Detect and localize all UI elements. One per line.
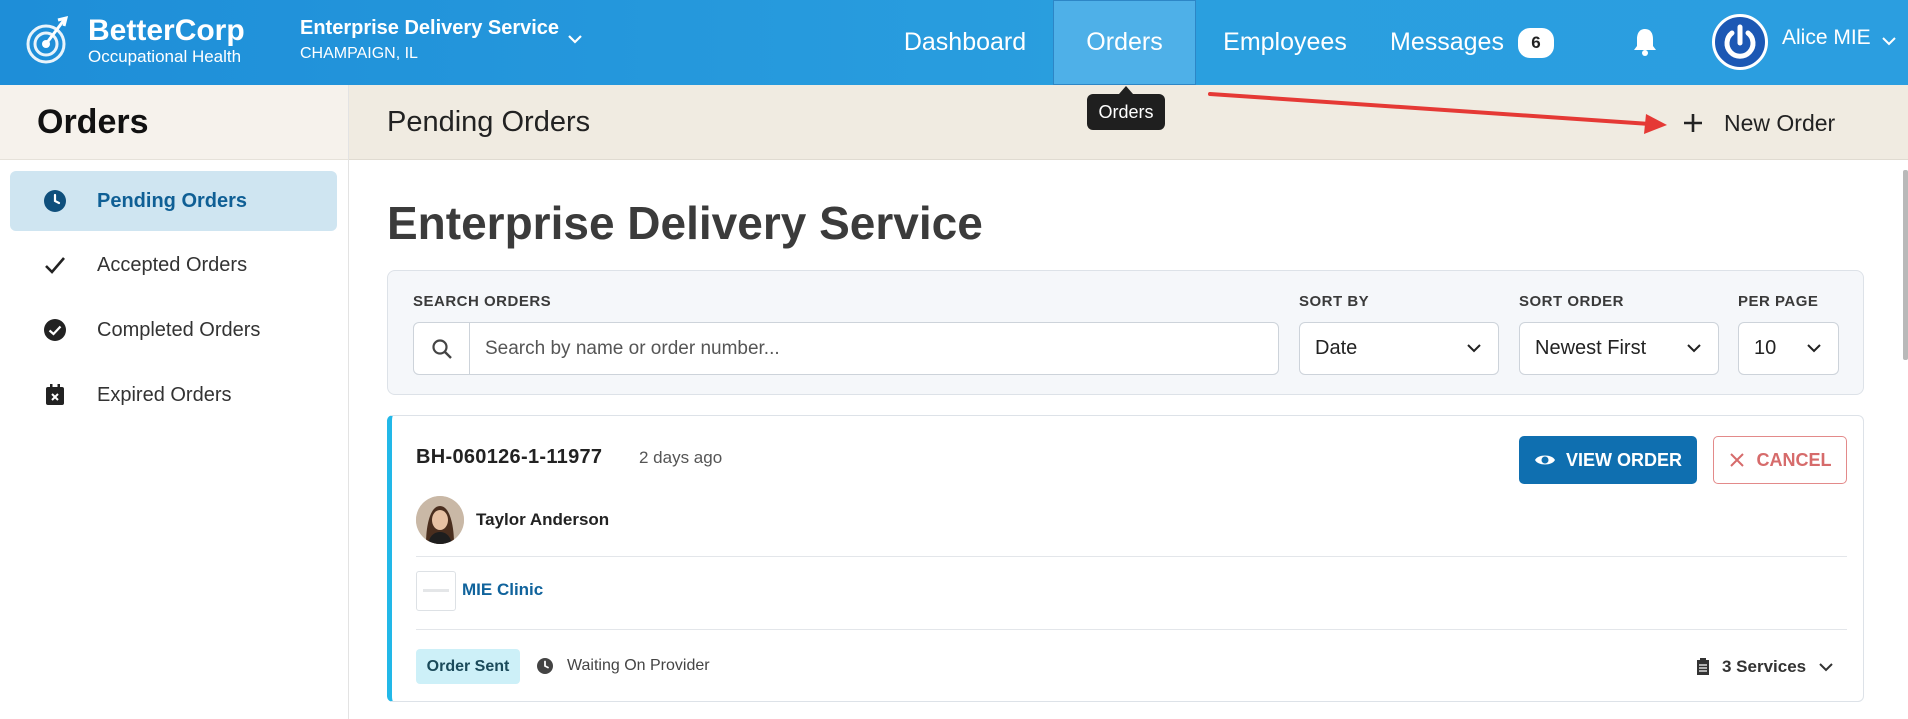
calendar-x-icon: [46, 384, 64, 405]
search-label: SEARCH ORDERS: [413, 293, 552, 310]
check-circle-icon: [44, 319, 66, 341]
page-title: Enterprise Delivery Service: [387, 197, 983, 249]
new-order-button[interactable]: New Order: [1680, 100, 1835, 146]
sidebar-item-completed-orders[interactable]: Completed Orders: [10, 300, 337, 360]
chevron-down-icon[interactable]: [566, 30, 584, 48]
eye-icon: [1534, 455, 1555, 465]
chevron-down-icon: [1807, 344, 1821, 353]
tooltip: Orders: [1087, 86, 1165, 130]
person-name: Taylor Anderson: [476, 510, 610, 529]
user-name[interactable]: Alice MIE: [1782, 26, 1871, 50]
sidebar: Orders Pending Orders Accepted Orders Co…: [0, 85, 349, 719]
clinic-logo: [416, 571, 456, 611]
divider: [416, 556, 1847, 557]
clock-icon: [537, 658, 553, 674]
clinic-logo-icon: [423, 589, 449, 592]
chevron-down-icon: [1687, 344, 1701, 353]
scrollbar[interactable]: [1903, 170, 1908, 360]
avatar: [416, 496, 464, 544]
sidebar-item-expired-orders[interactable]: Expired Orders: [10, 365, 337, 425]
new-order-label: New Order: [1724, 109, 1836, 136]
brand-name: BetterCorp: [88, 14, 245, 47]
view-order-label: VIEW ORDER: [1565, 449, 1682, 470]
org-location: CHAMPAIGN, IL: [300, 45, 418, 62]
messages-count-badge: 6: [1517, 27, 1554, 58]
plus-icon: [1684, 114, 1702, 132]
per-page-value: 10: [1754, 337, 1777, 359]
nav-employees[interactable]: Employees: [1196, 0, 1374, 85]
brand-logo-icon: [26, 15, 69, 64]
sort-by-value: Date: [1315, 337, 1358, 359]
chevron-down-icon[interactable]: [1880, 32, 1898, 50]
sort-by-select[interactable]: Date: [1299, 322, 1499, 375]
chevron-down-icon: [1819, 663, 1833, 672]
sidebar-title: Orders: [37, 103, 149, 141]
check-icon: [45, 257, 65, 274]
cancel-order-label: CANCEL: [1756, 449, 1832, 470]
org-name: Enterprise Delivery Service: [300, 17, 560, 39]
cancel-order-button[interactable]: CANCEL: [1713, 436, 1847, 484]
person-photo-icon: [416, 496, 464, 544]
view-order-button[interactable]: VIEW ORDER: [1519, 436, 1697, 484]
sidebar-item-label: Completed Orders: [97, 318, 261, 341]
order-age: 2 days ago: [639, 448, 723, 467]
services-toggle[interactable]: 3 Services: [1696, 657, 1834, 677]
status-badge: Order Sent: [416, 649, 520, 684]
org-selector[interactable]: Enterprise Delivery Service CHAMPAIGN, I…: [300, 16, 559, 65]
search-box[interactable]: [413, 322, 1279, 375]
sort-order-select[interactable]: Newest First: [1519, 322, 1719, 375]
per-page-label: PER PAGE: [1738, 293, 1819, 310]
order-number: BH-060126-1-11977: [416, 446, 603, 468]
content-title: Pending Orders: [387, 106, 591, 138]
nav-messages[interactable]: Messages 6: [1390, 0, 1580, 85]
divider: [416, 629, 1847, 630]
services-label: 3 Services: [1722, 657, 1807, 676]
sidebar-item-label: Expired Orders: [97, 383, 232, 406]
sidebar-item-pending-orders[interactable]: Pending Orders: [10, 171, 337, 231]
clock-icon: [44, 190, 66, 212]
sort-order-label: SORT ORDER: [1519, 293, 1625, 310]
per-page-select[interactable]: 10: [1738, 322, 1839, 375]
nav-orders[interactable]: Orders: [1053, 0, 1196, 85]
brand-subtitle: Occupational Health: [88, 47, 242, 66]
sort-order-value: Newest First: [1535, 337, 1647, 359]
user-avatar[interactable]: [1712, 14, 1768, 70]
order-card: BH-060126-1-11977 2 days ago VIEW ORDER …: [387, 415, 1864, 702]
wait-status: Waiting On Provider: [567, 657, 710, 674]
nav-messages-label: Messages: [1390, 28, 1504, 56]
sidebar-item-label: Accepted Orders: [97, 253, 248, 276]
search-icon: [431, 338, 452, 359]
nav-dashboard[interactable]: Dashboard: [880, 0, 1050, 85]
sort-by-label: SORT BY: [1299, 293, 1370, 310]
clipboard-icon: [1697, 658, 1709, 675]
search-input[interactable]: [471, 323, 1276, 374]
power-logo-icon: [1724, 24, 1756, 59]
sidebar-item-accepted-orders[interactable]: Accepted Orders: [10, 235, 337, 295]
chevron-down-icon: [1467, 344, 1481, 353]
clinic-link[interactable]: MIE Clinic: [462, 580, 543, 600]
brand[interactable]: BetterCorp Occupational Health: [24, 12, 245, 70]
filters-panel: SEARCH ORDERS SORT BY Date SORT ORDER Ne…: [387, 270, 1864, 395]
top-navbar: BetterCorp Occupational Health Enterpris…: [0, 0, 1908, 85]
bell-icon[interactable]: [1630, 26, 1660, 58]
close-icon: [1729, 453, 1744, 467]
sidebar-item-label: Pending Orders: [97, 189, 248, 212]
